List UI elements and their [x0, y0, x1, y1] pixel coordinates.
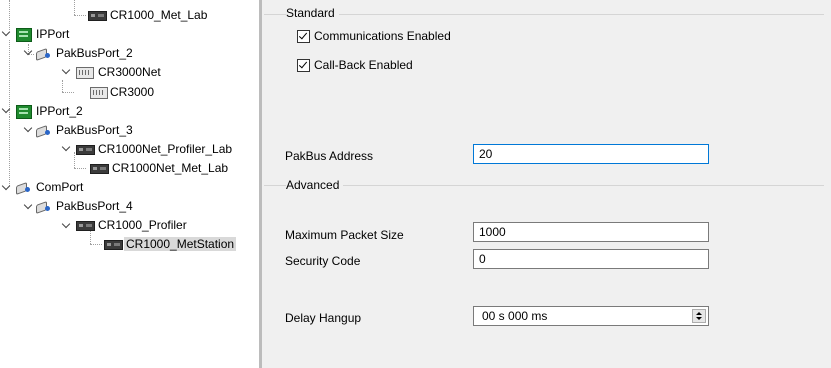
- tree-connector: [9, 40, 10, 115]
- chevron-down-icon[interactable]: [62, 145, 72, 155]
- tree-item-label: CR1000_Met_Lab: [110, 8, 208, 22]
- tree-item-label: CR1000Net_Met_Lab: [112, 161, 229, 175]
- call-back-enabled-checkbox[interactable]: Call-Back Enabled: [297, 57, 413, 73]
- datalogger-icon: [104, 240, 123, 250]
- tree-item-cr1000-met-lab[interactable]: CR1000_Met_Lab: [88, 7, 207, 24]
- chevron-down-icon[interactable]: [2, 107, 12, 117]
- tree-item-label: CR1000_Profiler: [98, 218, 187, 232]
- chevron-down-icon[interactable]: [2, 30, 12, 40]
- tree-item-label: ComPort: [36, 180, 84, 194]
- checkbox-label: Call-Back Enabled: [314, 58, 413, 72]
- tree-connector: [62, 92, 74, 93]
- tree-item-label: IPPort_2: [36, 104, 83, 118]
- tree-item-ipport[interactable]: IPPort: [16, 26, 69, 43]
- tree-item-label: CR1000_MetStation: [124, 237, 237, 251]
- standard-group-title: Standard: [286, 6, 339, 20]
- max-packet-size-label: Maximum Packet Size: [285, 228, 404, 242]
- datalogger-icon: [76, 145, 95, 155]
- security-code-input[interactable]: 0: [473, 249, 709, 269]
- settings-panel: Standard Communications Enabled Call-Bac…: [264, 0, 831, 368]
- max-packet-size-input[interactable]: 1000: [473, 222, 709, 242]
- group-divider: [264, 185, 824, 186]
- chevron-down-icon[interactable]: [24, 126, 34, 136]
- delay-hangup-label: Delay Hangup: [285, 311, 362, 325]
- tree-item-cr3000net[interactable]: CR3000Net: [76, 64, 161, 81]
- tree-item-label: IPPort: [36, 27, 70, 41]
- tree-item-label: CR3000: [110, 85, 155, 99]
- tree-connector: [74, 15, 86, 16]
- chevron-down-icon[interactable]: [24, 49, 34, 59]
- tree-item-label: PakBusPort_3: [56, 123, 133, 137]
- tree-item-pakbusport-4[interactable]: PakBusPort_4: [36, 198, 133, 215]
- pakbus-port-icon: [36, 47, 50, 60]
- tree-item-ipport-2[interactable]: IPPort_2: [16, 103, 83, 120]
- com-port-icon: [16, 181, 30, 194]
- pakbus-address-input[interactable]: 20: [473, 144, 709, 164]
- spin-button[interactable]: [692, 309, 706, 323]
- tree-item-label: PakBusPort_4: [56, 199, 133, 213]
- group-divider: [264, 14, 824, 15]
- delay-hangup-value: 00 s 000 ms: [482, 309, 548, 323]
- checkbox-checked-icon: [297, 58, 310, 72]
- tree-item-cr1000net-met-lab[interactable]: CR1000Net_Met_Lab: [76, 160, 228, 177]
- ip-port-icon: [16, 105, 32, 119]
- tree-connector: [9, 0, 10, 30]
- chevron-down-icon[interactable]: [2, 184, 12, 194]
- tree-connector: [9, 116, 10, 186]
- tree-connector: [62, 80, 63, 92]
- datalogger-icon: [90, 164, 109, 174]
- tree-item-pakbusport-3[interactable]: PakBusPort_3: [36, 122, 133, 139]
- security-code-label: Security Code: [285, 254, 361, 268]
- chevron-down-icon[interactable]: [62, 68, 72, 78]
- tree-item-cr1000-metstation[interactable]: CR1000_MetStation: [104, 236, 237, 253]
- spin-up-icon: [696, 312, 702, 315]
- ip-port-icon: [16, 28, 32, 42]
- checkbox-label: Communications Enabled: [314, 29, 451, 43]
- network-logger-icon: [76, 67, 94, 79]
- network-tree[interactable]: CR1000_Met_Lab IPPort PakBusPort_2 CR300…: [0, 0, 259, 368]
- tree-connector: [90, 244, 102, 245]
- pakbus-port-icon: [36, 200, 50, 213]
- chevron-down-icon[interactable]: [62, 222, 72, 232]
- spin-down-icon: [696, 317, 702, 320]
- tree-connector: [74, 0, 75, 15]
- datalogger-icon: [76, 221, 95, 231]
- tree-item-comport[interactable]: ComPort: [16, 179, 83, 196]
- advanced-group-title: Advanced: [286, 178, 344, 192]
- tree-item-label: PakBusPort_2: [56, 46, 133, 60]
- tree-item-cr3000[interactable]: CR3000: [76, 84, 154, 101]
- tree-item-pakbusport-2[interactable]: PakBusPort_2: [36, 45, 133, 62]
- tree-connector: [74, 152, 75, 168]
- tree-item-label: CR3000Net: [98, 65, 161, 79]
- delay-hangup-input[interactable]: 00 s 000 ms: [473, 306, 709, 326]
- tree-item-cr1000-profiler[interactable]: CR1000_Profiler: [76, 217, 187, 234]
- datalogger-icon: [90, 87, 108, 99]
- panel-splitter[interactable]: [259, 0, 262, 368]
- pakbus-address-label: PakBus Address: [285, 149, 374, 163]
- datalogger-icon: [88, 11, 107, 21]
- tree-item-label: CR1000Net_Profiler_Lab: [98, 142, 233, 156]
- checkbox-checked-icon: [297, 29, 310, 43]
- communications-enabled-checkbox[interactable]: Communications Enabled: [297, 28, 451, 44]
- tree-item-cr1000net-profiler-lab[interactable]: CR1000Net_Profiler_Lab: [76, 141, 232, 158]
- chevron-down-icon[interactable]: [24, 203, 34, 213]
- pakbus-port-icon: [36, 124, 50, 137]
